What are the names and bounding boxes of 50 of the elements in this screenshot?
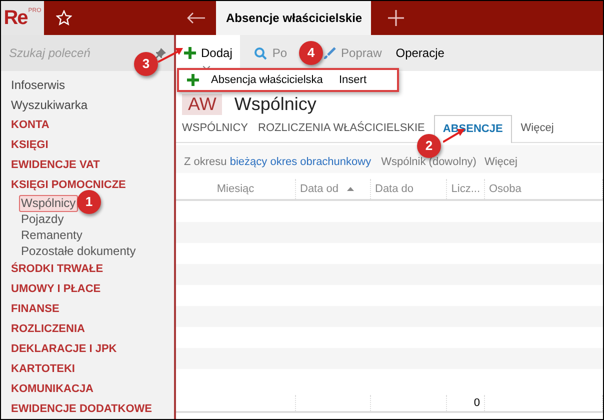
sidebar-category[interactable]: KSIĘGI xyxy=(11,135,174,155)
sidebar-category[interactable]: KOMUNIKACJA xyxy=(11,379,174,399)
sidebar-category[interactable]: EWIDENCJE DODATKOWE xyxy=(11,399,174,419)
tab[interactable]: Więcej xyxy=(516,119,559,137)
sidebar-item[interactable]: Pozostałe dokumenty xyxy=(19,242,138,260)
filter-text: Z okresu bieżący okres obrachunkowy xyxy=(184,154,372,170)
brush-icon xyxy=(323,46,336,60)
search-icon xyxy=(254,46,268,60)
pointer-arrow xyxy=(157,47,183,63)
sidebar-category[interactable]: UMOWY I PŁACE xyxy=(11,279,174,299)
tab[interactable]: ROZLICZENIA WŁAŚCICIELSKIE xyxy=(253,119,430,137)
avatar-initials: AW xyxy=(182,94,222,115)
sidebar-category[interactable]: EWIDENCJE VAT xyxy=(11,155,174,175)
period-link[interactable]: bieżący okres obrachunkowy xyxy=(230,156,372,168)
more-filter[interactable]: Więcej xyxy=(484,154,518,170)
sidebar-category[interactable]: DEKLARACJE I JPK xyxy=(11,339,174,359)
menu-item[interactable]: Absencja właścicielska xyxy=(211,72,339,88)
star-icon[interactable] xyxy=(56,10,72,26)
shortcut-text: Insert xyxy=(339,72,367,88)
app-logo: Re xyxy=(4,8,28,28)
pin-icon[interactable] xyxy=(155,48,166,58)
column-header[interactable]: Data do xyxy=(371,179,447,199)
column-header[interactable]: Data od xyxy=(296,179,371,199)
document-tab[interactable]: Absencje właścicielskie xyxy=(216,1,371,35)
sidebar-category[interactable]: FINANSE xyxy=(11,299,174,319)
tab[interactable]: WSPÓLNICY xyxy=(177,119,254,137)
plus-icon xyxy=(184,47,196,59)
page-title: Wspólnicy xyxy=(234,94,316,115)
sidebar-category[interactable]: KONTA xyxy=(11,115,174,135)
sort-icon xyxy=(346,187,354,191)
column-header[interactable]: Miesiąc xyxy=(176,179,296,199)
plus-icon xyxy=(187,74,199,86)
plus-icon[interactable] xyxy=(388,10,404,26)
sidebar-category[interactable]: KARTOTEKI xyxy=(11,359,174,379)
footer-cell-text: 0 xyxy=(474,396,480,411)
column-header[interactable]: Osoba xyxy=(485,179,603,199)
sidebar-item[interactable]: Remanenty xyxy=(19,226,84,244)
column-header[interactable]: Licz... xyxy=(447,179,485,199)
toolbar-button[interactable]: Operacje xyxy=(396,35,444,71)
sidebar-category[interactable]: ŚRODKI TRWAŁE xyxy=(11,259,174,279)
search-field[interactable]: Szukaj poleceń xyxy=(9,44,109,62)
sidebar-link[interactable]: Wyszukiwarka xyxy=(11,95,174,115)
sidebar-item[interactable]: Wspólnicy xyxy=(19,194,78,212)
toolbar-button[interactable]: Dodaj xyxy=(176,35,240,71)
back-arrow-icon[interactable] xyxy=(186,12,206,24)
sidebar-item[interactable]: Pojazdy xyxy=(19,210,66,228)
caret-icon xyxy=(203,66,210,70)
tab[interactable]: ABSENCJE xyxy=(434,115,512,143)
sidebar-category[interactable]: ROZLICZENIA xyxy=(11,319,174,339)
sidebar-link[interactable]: Infoserwis xyxy=(11,75,174,95)
